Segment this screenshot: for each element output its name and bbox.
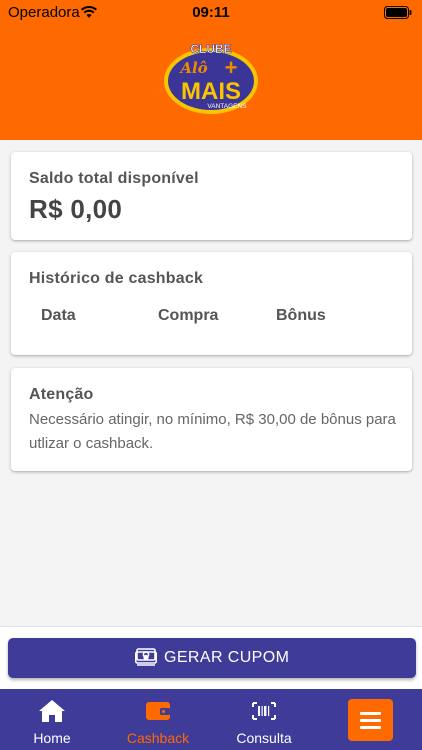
gerar-cupom-label: GERAR CUPOM <box>164 649 290 666</box>
column-header-compra: Compra <box>158 307 219 324</box>
history-card: Histórico de cashback Data Compra Bônus <box>11 252 412 355</box>
logo-top-text: CLUBE <box>190 42 231 56</box>
money-icon <box>135 648 157 666</box>
balance-card: Saldo total disponível R$ 0,00 <box>11 152 412 240</box>
balance-value: R$ 0,00 <box>29 194 123 224</box>
gerar-cupom-button[interactable]: GERAR CUPOM <box>8 638 416 678</box>
barcode-icon <box>252 702 276 720</box>
logo-plus: + <box>225 55 238 80</box>
bottom-tab-bar: Home Cashback Consulta <box>0 689 422 750</box>
cta-area: GERAR CUPOM <box>0 627 422 689</box>
tab-home-label: Home <box>33 730 71 746</box>
attention-title: Atenção <box>29 386 94 403</box>
wallet-icon <box>146 702 170 720</box>
hamburger-menu-icon <box>360 726 381 729</box>
clube-alo-mais-logo: CLUBE Alô + MAIS VANTAGENS <box>164 42 258 114</box>
cashback-content: Saldo total disponível R$ 0,00 Histórico… <box>0 140 422 626</box>
home-icon <box>39 700 65 722</box>
app-header: Operadora 09:11 CLUBE Alô + MAIS VANTAGE… <box>0 0 422 140</box>
menu-button[interactable] <box>348 699 393 741</box>
hamburger-menu-icon <box>360 719 381 722</box>
logo-sub-text: VANTAGENS <box>207 103 247 110</box>
clock: 09:11 <box>192 4 230 21</box>
tab-consulta-label: Consulta <box>236 730 292 746</box>
logo-main-text: MAIS <box>181 78 241 105</box>
attention-text: Necessário atingir, no mínimo, R$ 30,00 … <box>29 411 396 452</box>
history-title: Histórico de cashback <box>29 270 204 287</box>
column-header-bonus: Bônus <box>276 307 326 324</box>
balance-title: Saldo total disponível <box>29 170 199 187</box>
column-header-data: Data <box>41 307 76 324</box>
tab-cashback[interactable]: Cashback <box>113 689 203 750</box>
logo-script-text: Alô <box>178 59 207 77</box>
hamburger-menu-icon <box>360 712 381 715</box>
attention-card: Atenção Necessário atingir, no mínimo, R… <box>11 368 412 471</box>
tab-home[interactable]: Home <box>7 689 97 750</box>
tab-consulta[interactable]: Consulta <box>219 689 309 750</box>
status-bar: Operadora 09:11 <box>0 0 422 26</box>
battery-icon <box>384 6 412 19</box>
tab-cashback-label: Cashback <box>126 730 190 746</box>
